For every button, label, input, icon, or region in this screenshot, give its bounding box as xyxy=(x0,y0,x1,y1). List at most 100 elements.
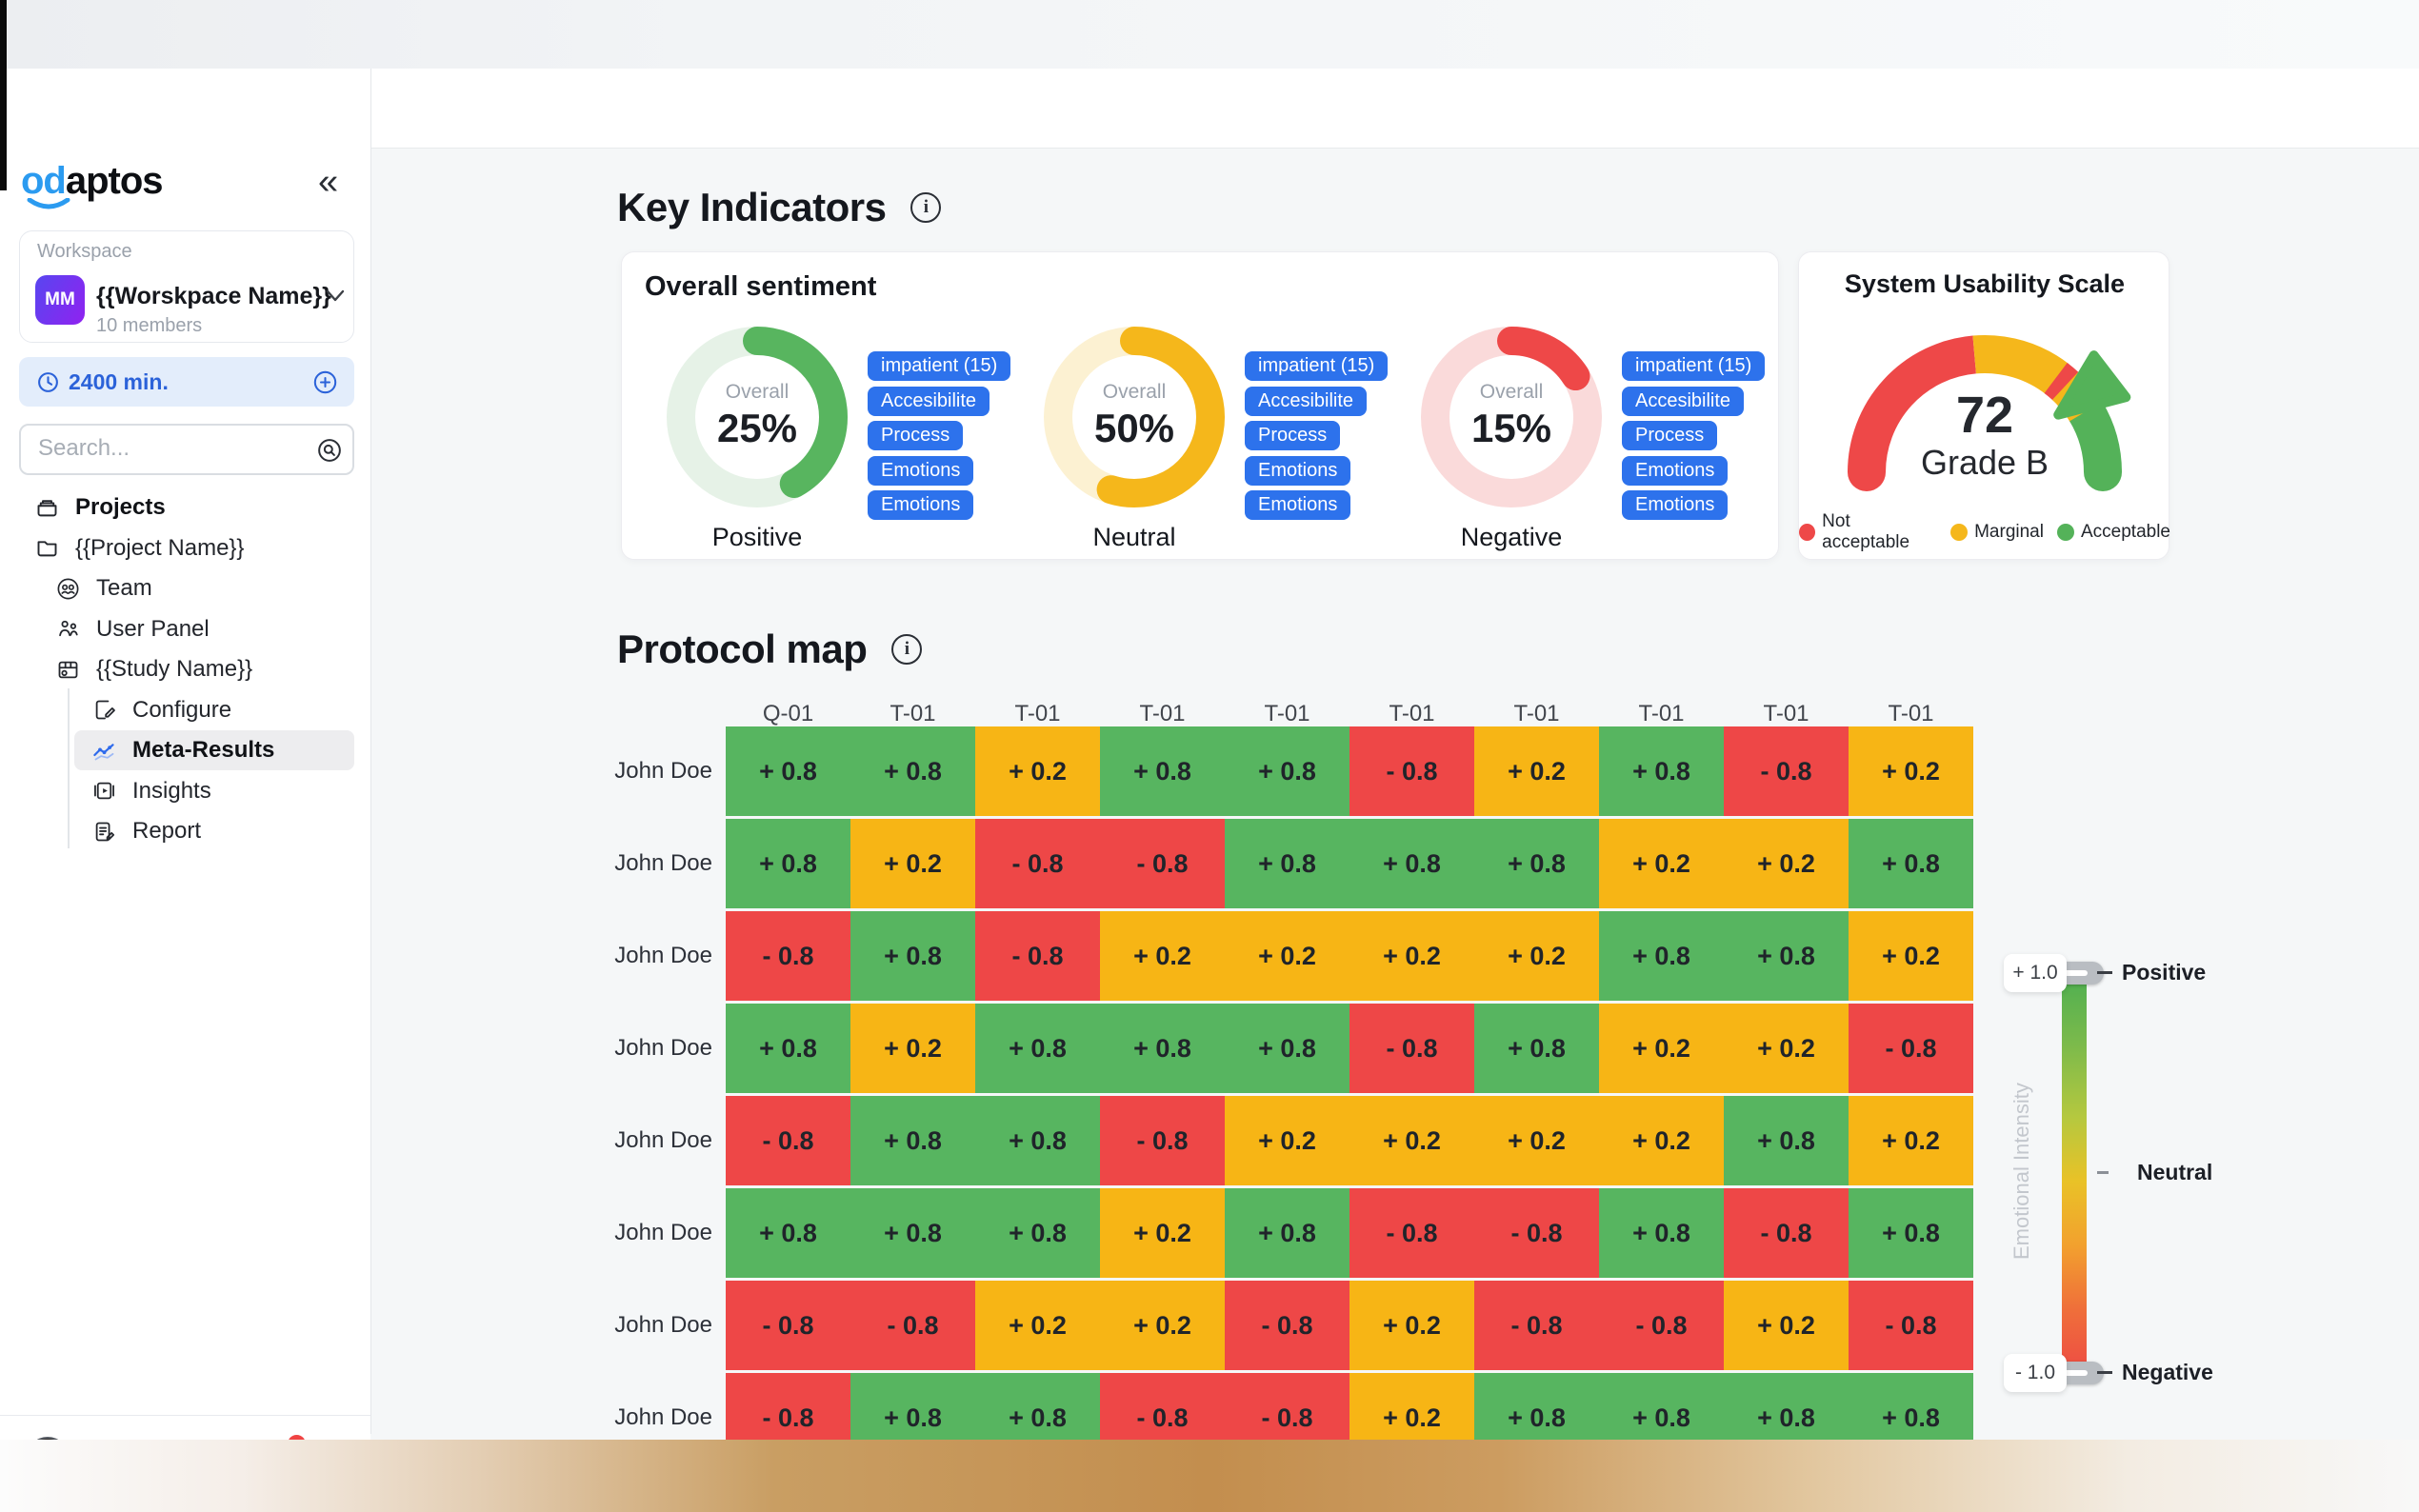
heatmap-cell[interactable]: - 0.8 xyxy=(1724,1188,1849,1278)
heatmap-cell[interactable]: + 0.8 xyxy=(1474,819,1599,908)
heatmap-cell[interactable]: + 0.2 xyxy=(1599,1004,1724,1093)
heatmap-cell[interactable]: - 0.8 xyxy=(1100,1096,1225,1185)
heatmap-cell[interactable]: + 0.2 xyxy=(975,1281,1100,1370)
heatmap-cell[interactable]: + 0.2 xyxy=(1225,1096,1349,1185)
sidebar-item-projects[interactable]: Projects xyxy=(0,487,354,527)
sentiment-tag[interactable]: Emotions xyxy=(868,490,973,520)
heatmap-cell[interactable]: + 0.2 xyxy=(1225,911,1349,1001)
heatmap-cell[interactable]: + 0.2 xyxy=(1474,911,1599,1001)
heatmap-cell[interactable]: + 0.8 xyxy=(850,911,975,1001)
info-icon[interactable]: i xyxy=(891,634,922,665)
sentiment-tag[interactable]: Emotions xyxy=(868,456,973,486)
heatmap-cell[interactable]: + 0.8 xyxy=(726,726,850,816)
heatmap-cell[interactable]: + 0.2 xyxy=(1849,726,1973,816)
heatmap-cell[interactable]: - 0.8 xyxy=(1100,819,1225,908)
heatmap-cell[interactable]: - 0.8 xyxy=(1849,1004,1973,1093)
heatmap-cell[interactable]: + 0.8 xyxy=(1724,1096,1849,1185)
sentiment-tag[interactable]: Process xyxy=(1245,421,1340,450)
heatmap-cell[interactable]: - 0.8 xyxy=(1724,726,1849,816)
heatmap-cell[interactable]: + 0.2 xyxy=(1100,911,1225,1001)
heatmap-cell[interactable]: + 0.8 xyxy=(726,1188,850,1278)
heatmap-cell[interactable]: - 0.8 xyxy=(1474,1188,1599,1278)
heatmap-cell[interactable]: + 0.2 xyxy=(1349,1281,1474,1370)
sidebar-item-study-name[interactable]: {{Study Name}} xyxy=(0,649,354,689)
heatmap-cell[interactable]: + 0.8 xyxy=(726,1004,850,1093)
heatmap-cell[interactable]: + 0.2 xyxy=(1474,1096,1599,1185)
sentiment-tag[interactable]: Process xyxy=(1622,421,1717,450)
heatmap-cell[interactable]: + 0.2 xyxy=(1599,1096,1724,1185)
heatmap-cell[interactable]: + 0.2 xyxy=(1599,819,1724,908)
workspace-selector[interactable]: Workspace MM {{Worskpace Name}} 10 membe… xyxy=(19,230,354,343)
heatmap-cell[interactable]: - 0.8 xyxy=(1225,1281,1349,1370)
heatmap-cell[interactable]: + 0.8 xyxy=(1724,911,1849,1001)
heatmap-cell[interactable]: + 0.8 xyxy=(1849,819,1973,908)
heatmap-cell[interactable]: + 0.8 xyxy=(1599,911,1724,1001)
heatmap-cell[interactable]: + 0.8 xyxy=(1599,726,1724,816)
heatmap-cell[interactable]: + 0.8 xyxy=(1599,1188,1724,1278)
heatmap-cell[interactable]: + 0.8 xyxy=(850,1096,975,1185)
heatmap-cell[interactable]: + 0.8 xyxy=(1349,819,1474,908)
heatmap-cell[interactable]: + 0.2 xyxy=(1849,1096,1973,1185)
heatmap-cell[interactable]: - 0.8 xyxy=(1349,726,1474,816)
heatmap-cell[interactable]: + 0.2 xyxy=(850,819,975,908)
heatmap-cell[interactable]: + 0.2 xyxy=(1349,911,1474,1001)
sentiment-tag[interactable]: Accesibilite xyxy=(868,387,990,416)
sentiment-tag[interactable]: Process xyxy=(868,421,963,450)
heatmap-cell[interactable]: - 0.8 xyxy=(1849,1281,1973,1370)
sentiment-tag[interactable]: impatient (15) xyxy=(1245,351,1388,381)
sidebar-item-report[interactable]: Report xyxy=(0,811,354,851)
search-input[interactable] xyxy=(38,435,305,462)
heatmap-cell[interactable]: + 0.2 xyxy=(1100,1281,1225,1370)
info-icon[interactable]: i xyxy=(910,192,941,223)
heatmap-cell[interactable]: + 0.8 xyxy=(1225,726,1349,816)
add-minutes-icon[interactable] xyxy=(312,369,338,395)
sentiment-tag[interactable]: Emotions xyxy=(1622,456,1728,486)
sentiment-tag[interactable]: Emotions xyxy=(1245,490,1350,520)
heatmap-cell[interactable]: - 0.8 xyxy=(1599,1281,1724,1370)
heatmap-cell[interactable]: + 0.2 xyxy=(850,1004,975,1093)
sidebar-item-insights[interactable]: Insights xyxy=(0,771,354,811)
heatmap-cell[interactable]: + 0.2 xyxy=(1849,911,1973,1001)
heatmap-cell[interactable]: + 0.8 xyxy=(850,726,975,816)
sidebar-item-configure[interactable]: Configure xyxy=(0,690,354,730)
heatmap-cell[interactable]: + 0.8 xyxy=(975,1188,1100,1278)
sidebar-collapse-icon[interactable]: « xyxy=(318,162,338,203)
heatmap-cell[interactable]: + 0.2 xyxy=(1724,819,1849,908)
sentiment-tag[interactable]: impatient (15) xyxy=(1622,351,1765,381)
sidebar-item-user-panel[interactable]: User Panel xyxy=(0,609,354,649)
heatmap-cell[interactable]: - 0.8 xyxy=(975,819,1100,908)
sidebar-item-meta-results[interactable]: Meta-Results xyxy=(74,730,354,770)
heatmap-cell[interactable]: + 0.8 xyxy=(1100,726,1225,816)
heatmap-cell[interactable]: + 0.8 xyxy=(850,1188,975,1278)
heatmap-cell[interactable]: + 0.8 xyxy=(1225,819,1349,908)
heatmap-cell[interactable]: - 0.8 xyxy=(850,1281,975,1370)
sentiment-tag[interactable]: Accesibilite xyxy=(1622,387,1744,416)
heatmap-cell[interactable]: - 0.8 xyxy=(726,1281,850,1370)
search-icon[interactable] xyxy=(316,437,343,464)
heatmap-cell[interactable]: + 0.2 xyxy=(1724,1004,1849,1093)
heatmap-cell[interactable]: - 0.8 xyxy=(1474,1281,1599,1370)
heatmap-cell[interactable]: + 0.8 xyxy=(1474,1004,1599,1093)
heatmap-cell[interactable]: - 0.8 xyxy=(1349,1004,1474,1093)
heatmap-cell[interactable]: + 0.2 xyxy=(1724,1281,1849,1370)
heatmap-cell[interactable]: + 0.8 xyxy=(975,1004,1100,1093)
heatmap-cell[interactable]: + 0.2 xyxy=(1349,1096,1474,1185)
sentiment-tag[interactable]: impatient (15) xyxy=(868,351,1010,381)
heatmap-cell[interactable]: - 0.8 xyxy=(726,1096,850,1185)
heatmap-cell[interactable]: + 0.8 xyxy=(1849,1188,1973,1278)
heatmap-cell[interactable]: - 0.8 xyxy=(726,911,850,1001)
heatmap-cell[interactable]: + 0.2 xyxy=(975,726,1100,816)
heatmap-cell[interactable]: + 0.2 xyxy=(1474,726,1599,816)
sidebar-item-team[interactable]: Team xyxy=(0,568,354,608)
chevron-down-icon[interactable] xyxy=(325,288,346,304)
heatmap-cell[interactable]: + 0.8 xyxy=(1100,1004,1225,1093)
heatmap-cell[interactable]: + 0.8 xyxy=(1225,1004,1349,1093)
sentiment-tag[interactable]: Emotions xyxy=(1245,456,1350,486)
sidebar-item-project-name[interactable]: {{Project Name}} xyxy=(0,528,354,568)
heatmap-cell[interactable]: - 0.8 xyxy=(1349,1188,1474,1278)
sentiment-tag[interactable]: Accesibilite xyxy=(1245,387,1367,416)
heatmap-cell[interactable]: + 0.2 xyxy=(1100,1188,1225,1278)
sentiment-tag[interactable]: Emotions xyxy=(1622,490,1728,520)
heatmap-cell[interactable]: + 0.8 xyxy=(975,1096,1100,1185)
heatmap-cell[interactable]: + 0.8 xyxy=(726,819,850,908)
